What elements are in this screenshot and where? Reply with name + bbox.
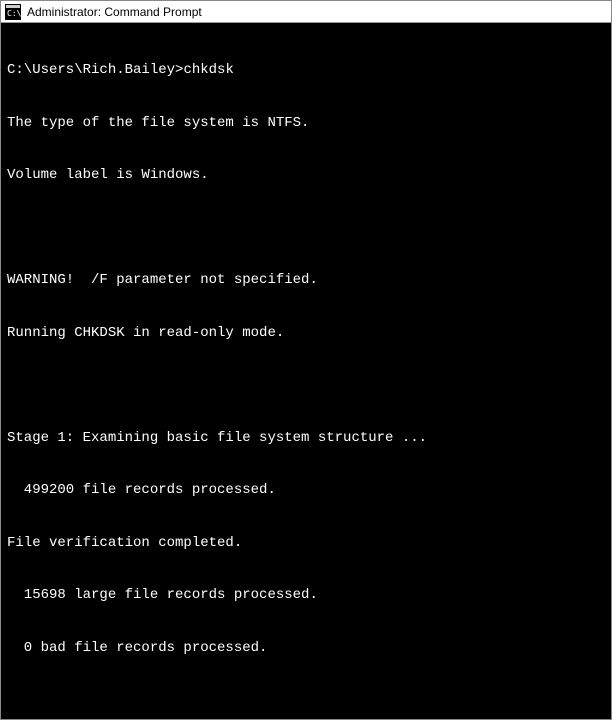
cmd-icon: C:\	[5, 4, 21, 20]
output-line: Volume label is Windows.	[7, 167, 605, 185]
output-line: The type of the file system is NTFS.	[7, 115, 605, 133]
command-entered: chkdsk	[183, 62, 233, 80]
titlebar[interactable]: C:\ Administrator: Command Prompt	[1, 1, 611, 23]
output-line	[7, 692, 605, 710]
window-title: Administrator: Command Prompt	[27, 5, 202, 19]
output-line: File verification completed.	[7, 535, 605, 553]
output-line	[7, 377, 605, 395]
svg-text:C:\: C:\	[7, 9, 21, 18]
command-prompt-window: C:\ Administrator: Command Prompt C:\Use…	[0, 0, 612, 720]
output-line: 15698 large file records processed.	[7, 587, 605, 605]
output-line	[7, 220, 605, 238]
output-line: Stage 1: Examining basic file system str…	[7, 430, 605, 448]
output-line: 499200 file records processed.	[7, 482, 605, 500]
output-line: WARNING! /F parameter not specified.	[7, 272, 605, 290]
terminal-output[interactable]: C:\Users\Rich.Bailey>chkdsk The type of …	[1, 23, 611, 719]
prompt-path: C:\Users\Rich.Bailey>	[7, 62, 183, 80]
output-line: 0 bad file records processed.	[7, 640, 605, 658]
output-line: Running CHKDSK in read-only mode.	[7, 325, 605, 343]
prompt-line-1: C:\Users\Rich.Bailey>chkdsk	[7, 62, 605, 80]
